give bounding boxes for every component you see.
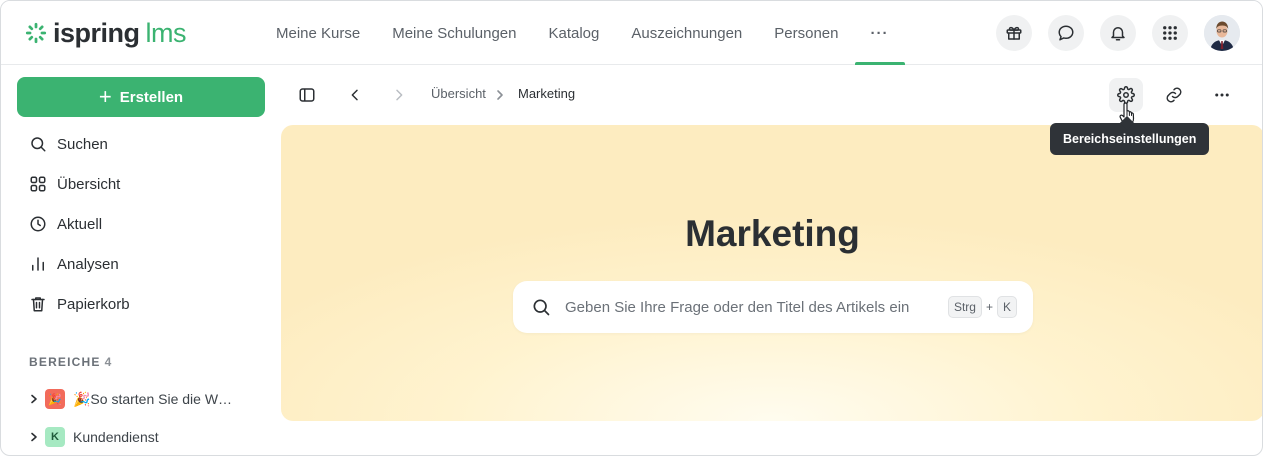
logo-text: ispring lms	[53, 17, 187, 49]
nav-more-button[interactable]: ···	[854, 1, 905, 65]
breadcrumb-separator-icon	[497, 90, 503, 100]
space-item-kundendienst[interactable]: K Kundendienst	[29, 426, 159, 448]
space-badge: K	[45, 427, 65, 447]
sidebar-item-suchen[interactable]: Suchen	[29, 132, 108, 156]
sidebar-item-analysen[interactable]: Analysen	[29, 252, 119, 276]
notifications-button[interactable]	[1100, 15, 1136, 51]
shortcut-plus: +	[985, 300, 993, 314]
section-title-text: BEREICHE	[29, 355, 101, 369]
main-nav: Meine Kurse Meine Schulungen Katalog Aus…	[260, 1, 905, 65]
chat-button[interactable]	[1048, 15, 1084, 51]
more-options-button[interactable]	[1206, 79, 1238, 111]
space-badge: 🎉	[45, 389, 65, 409]
section-title-bereiche: BEREICHE 4	[29, 355, 113, 369]
nav-katalog[interactable]: Katalog	[532, 1, 615, 65]
search-icon	[31, 137, 46, 152]
top-bar: ispring lms Meine Kurse Meine Schulungen …	[1, 1, 1262, 65]
sidebar-item-label: Analysen	[57, 255, 119, 273]
clock-icon	[30, 216, 46, 232]
plus-icon: +	[98, 84, 112, 109]
space-hero: Marketing Geben Sie Ihre Frage oder den …	[281, 125, 1262, 421]
ispring-logo-icon	[25, 22, 47, 44]
create-button[interactable]: + Erstellen	[17, 77, 265, 117]
logo[interactable]: ispring lms	[25, 17, 187, 49]
search-placeholder: Geben Sie Ihre Frage oder den Titel des …	[565, 298, 910, 316]
copy-link-button[interactable]	[1158, 79, 1190, 111]
shortcut-key-strg: Strg	[947, 296, 982, 318]
avatar[interactable]	[1204, 15, 1240, 51]
chevron-right-icon[interactable]	[29, 394, 39, 404]
content-header: Übersicht Marketing	[281, 66, 1262, 126]
nav-auszeichnungen[interactable]: Auszeichnungen	[615, 1, 758, 65]
link-icon	[1166, 87, 1182, 103]
breadcrumb-current: Marketing	[518, 86, 576, 101]
tooltip-space-settings: Bereichseinstellungen	[1050, 123, 1210, 155]
chat-icon	[1058, 25, 1074, 41]
shortcut-key-k: K	[996, 296, 1017, 318]
forward-button[interactable]	[383, 79, 415, 111]
article-search-input[interactable]: Geben Sie Ihre Frage oder den Titel des …	[513, 281, 1033, 333]
breadcrumb-parent[interactable]: Übersicht	[431, 86, 486, 101]
sidebar-item-label: Aktuell	[57, 215, 103, 233]
bar-chart-icon	[32, 257, 44, 271]
bell-icon	[1111, 27, 1125, 41]
brand-suffix: lms	[145, 17, 187, 48]
sidebar-item-aktuell[interactable]: Aktuell	[29, 212, 102, 236]
space-label: 🎉So starten Sie die W…	[73, 390, 233, 407]
sidebar-item-uebersicht[interactable]: Übersicht	[29, 172, 120, 196]
toggle-sidebar-button[interactable]	[291, 79, 323, 111]
space-label: Kundendienst	[73, 429, 159, 445]
trash-icon	[31, 297, 45, 312]
search-icon	[533, 299, 550, 316]
chevron-right-icon	[396, 89, 403, 101]
section-count: 4	[104, 355, 113, 369]
sidebar-item-papierkorb[interactable]: Papierkorb	[29, 292, 130, 316]
sidebar-item-label: Papierkorb	[57, 295, 130, 313]
apps-button[interactable]	[1152, 15, 1188, 51]
apps-grid-icon	[1163, 26, 1177, 40]
sidebar-toggle-icon	[299, 88, 315, 102]
brand-name: ispring	[53, 17, 140, 48]
top-icons	[980, 15, 1240, 51]
gift-icon	[1006, 26, 1022, 40]
nav-personen[interactable]: Personen	[758, 1, 854, 65]
app-window: ispring lms Meine Kurse Meine Schulungen …	[0, 0, 1263, 456]
page-title: Marketing	[685, 213, 860, 254]
back-button[interactable]	[339, 79, 371, 111]
chevron-right-icon[interactable]	[29, 432, 39, 442]
chevron-left-icon	[351, 89, 358, 101]
nav-meine-schulungen[interactable]: Meine Schulungen	[376, 1, 532, 65]
keyboard-shortcut: Strg + K	[947, 296, 1017, 318]
sidebar-item-label: Suchen	[57, 135, 108, 153]
gift-button[interactable]	[996, 15, 1032, 51]
nav-meine-kurse[interactable]: Meine Kurse	[260, 1, 376, 65]
space-item-so-starten[interactable]: 🎉 🎉So starten Sie die W…	[29, 388, 232, 410]
user-avatar-icon	[1204, 15, 1240, 51]
sidebar: + Erstellen Suchen Übersicht Aktuell Ana…	[1, 66, 281, 455]
more-horizontal-icon	[1215, 93, 1229, 97]
create-button-label: Erstellen	[119, 88, 184, 106]
grid-icon	[30, 176, 46, 192]
sidebar-item-label: Übersicht	[57, 175, 121, 193]
